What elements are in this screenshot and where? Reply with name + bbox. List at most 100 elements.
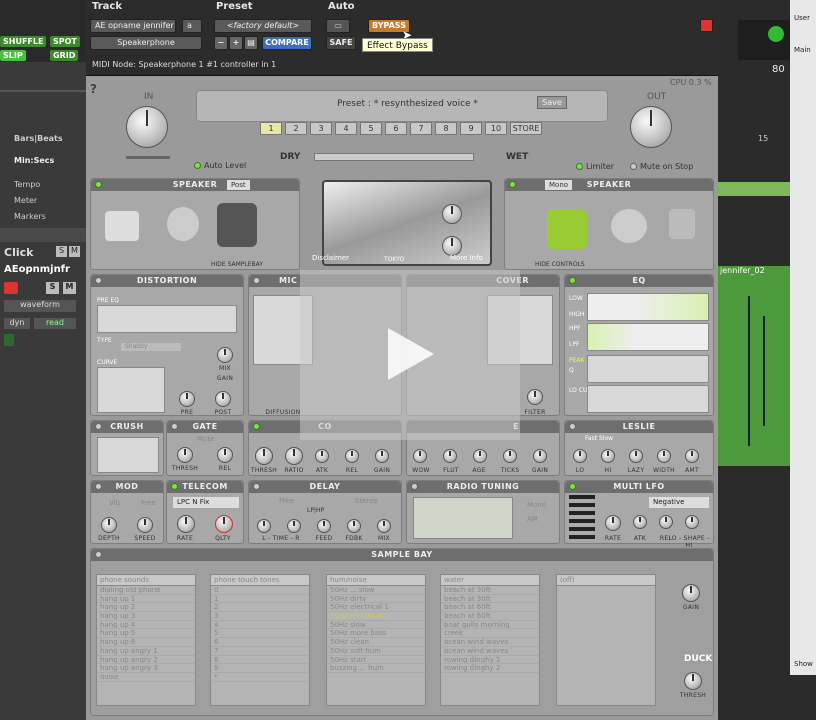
tuning-mono-toggle[interactable]: Mono	[527, 501, 546, 509]
sample-list-2[interactable]: phone touch tones 0 1 2 3 4 5 6 7 8 9 *	[210, 574, 310, 706]
ticks-knob[interactable]	[503, 449, 517, 463]
distortion-mix-knob[interactable]	[217, 347, 233, 363]
insert-plugin-selector[interactable]: Speakerphone	[90, 36, 202, 50]
preset-slot-10[interactable]: 10	[485, 122, 507, 135]
audio-track-name[interactable]: AEopnmjnfr	[4, 264, 70, 275]
list-item[interactable]: hang up 5	[97, 629, 195, 639]
mod-speed-knob[interactable]	[137, 517, 153, 533]
list-item[interactable]: 4	[211, 621, 309, 630]
solo-button[interactable]: S	[56, 246, 67, 257]
sample-list-5-header[interactable]: (off)	[557, 575, 655, 586]
leslie-lazy-knob[interactable]	[629, 449, 643, 463]
preset-slot-3[interactable]: 3	[310, 122, 332, 135]
comp-rel-knob[interactable]	[345, 449, 359, 463]
leslie-width-knob[interactable]	[657, 449, 671, 463]
radio-tuning-enable[interactable]	[411, 483, 418, 490]
comp-atk-knob[interactable]	[315, 449, 329, 463]
radio-speaker-icon[interactable]	[547, 209, 587, 249]
sample-list-4-header[interactable]: water	[441, 575, 539, 586]
auto-settings-icon[interactable]: ▭	[326, 19, 350, 33]
list-item[interactable]: boat gulls morning	[441, 621, 539, 630]
preset-selector[interactable]: <factory default>	[214, 19, 312, 33]
lfo-rel-knob[interactable]	[659, 515, 673, 529]
gate-rel-knob[interactable]	[217, 447, 233, 463]
record-arm-button[interactable]	[4, 282, 18, 294]
telecom-enable[interactable]	[171, 483, 178, 490]
list-item[interactable]: 50Hz ... slow	[327, 586, 425, 595]
close-plugin-icon[interactable]	[700, 19, 713, 32]
mod-mode-selector[interactable]: Vib	[109, 499, 120, 507]
sample-list-5[interactable]: (off)	[556, 574, 656, 706]
turntable-icon[interactable]	[105, 211, 139, 241]
preset-slot-5[interactable]: 5	[360, 122, 382, 135]
type-selector[interactable]: Shabby	[121, 343, 181, 351]
list-item[interactable]: hang up 1	[97, 595, 195, 604]
preset-slot-1[interactable]: 1	[260, 122, 282, 135]
comp-thresh-knob[interactable]	[255, 447, 273, 465]
grid-mode-button[interactable]: GRID	[50, 50, 79, 61]
list-item[interactable]: creek	[441, 629, 539, 639]
list-item-selected[interactable]: 50Hz electrical 2	[327, 612, 425, 621]
ruler-meter[interactable]: Meter	[0, 196, 86, 209]
list-item[interactable]: beach at 60ft	[441, 612, 539, 621]
compressor-enable[interactable]	[253, 423, 260, 430]
telecom-mode-selector[interactable]: LPC N Fix	[173, 497, 239, 508]
leslie-speed-selector[interactable]: Fast Slow	[585, 435, 613, 442]
list-item[interactable]: ocean wind waves	[441, 638, 539, 647]
lfo-negative-toggle[interactable]: Negative	[649, 497, 709, 508]
list-item[interactable]: 2	[211, 603, 309, 613]
distortion-enable[interactable]	[95, 277, 102, 284]
leslie-amt-knob[interactable]	[685, 449, 699, 463]
preset-slot-4[interactable]: 4	[335, 122, 357, 135]
dry-wet-slider[interactable]	[314, 153, 474, 161]
save-preset-button[interactable]: Save	[537, 96, 567, 109]
list-item[interactable]: 50Hz electrical 1	[327, 603, 425, 613]
list-item[interactable]: 50Hz soft hum	[327, 647, 425, 656]
tuning-dial-display[interactable]	[413, 497, 513, 539]
preset-prev-button[interactable]: −	[214, 36, 228, 50]
slip-mode-button[interactable]: SLIP	[0, 50, 26, 61]
gate-mode-selector[interactable]: Mute	[197, 435, 215, 443]
mute-button[interactable]: M	[69, 246, 80, 257]
ruler-markers[interactable]: Markers	[0, 212, 86, 225]
store-button[interactable]: STORE	[510, 122, 542, 135]
audio-clip[interactable]: jennifer_02	[718, 266, 790, 466]
list-item[interactable]: rowing dinghy 2	[441, 664, 539, 673]
click-track-name[interactable]: Click	[4, 246, 33, 259]
preset-slot-2[interactable]: 2	[285, 122, 307, 135]
list-item[interactable]: 50Hz more bass	[327, 629, 425, 639]
wow-knob[interactable]	[413, 449, 427, 463]
gate-enable[interactable]	[171, 423, 178, 430]
eq-filter-display[interactable]	[587, 323, 709, 351]
duck-thresh-knob[interactable]	[684, 672, 702, 690]
list-item[interactable]: 50Hz dirty	[327, 595, 425, 604]
sample-list-4[interactable]: water beach at 30ft beach at 30ft beach …	[440, 574, 540, 706]
preset-slot-9[interactable]: 9	[460, 122, 482, 135]
eq-cut-display[interactable]	[587, 385, 709, 413]
delay-free-toggle[interactable]: Free	[279, 497, 294, 505]
hide-controls-button[interactable]: HIDE CONTROLS	[535, 261, 585, 268]
guitar-amp-icon[interactable]	[217, 203, 257, 247]
sample-list-2-header[interactable]: phone touch tones	[211, 575, 309, 586]
lfo-atk-knob[interactable]	[633, 515, 647, 529]
video-play-overlay[interactable]	[300, 270, 520, 440]
lfo-shape-knob[interactable]	[685, 515, 699, 529]
preset-next-button[interactable]: +	[229, 36, 243, 50]
show-button[interactable]: Show	[794, 660, 813, 668]
mod-free-toggle[interactable]: Free	[141, 499, 156, 507]
list-item[interactable]: 7	[211, 647, 309, 656]
crush-enable[interactable]	[95, 423, 102, 430]
limiter-toggle[interactable]	[576, 163, 583, 170]
help-icon[interactable]: ?	[90, 82, 97, 96]
leslie-lo-knob[interactable]	[573, 449, 587, 463]
compare-button[interactable]: COMPARE	[262, 36, 312, 50]
list-item[interactable]: hang up angry 2	[97, 656, 195, 665]
comp-gain-knob[interactable]	[375, 449, 389, 463]
phone-handset-icon[interactable]	[669, 209, 695, 239]
list-item[interactable]: noise	[97, 673, 195, 682]
telecom-rate-knob[interactable]	[177, 515, 195, 533]
speaker-right-enable[interactable]	[509, 181, 516, 188]
preset-menu-icon[interactable]: ▤	[244, 36, 258, 50]
input-balance-slider[interactable]	[126, 156, 170, 159]
lfo-rate-knob[interactable]	[605, 515, 621, 531]
